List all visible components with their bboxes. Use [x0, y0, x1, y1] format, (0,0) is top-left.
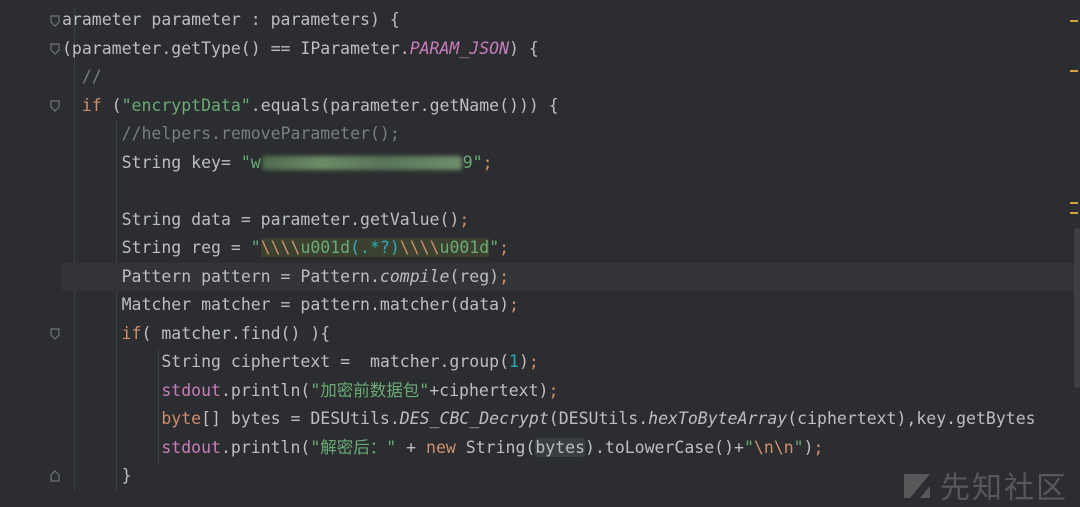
xianzhi-logo-icon [900, 468, 934, 502]
code-line-15: byte[] bytes = DESUtils.DES_CBC_Decrypt(… [161, 409, 1036, 428]
code-line-13: String ciphertext = matcher.group(1); [161, 352, 539, 371]
code-line-2: (parameter.getType() == IParameter.PARAM… [62, 38, 539, 58]
code-line-11: Matcher matcher = pattern.matcher(data); [121, 295, 519, 314]
fold-arrow-icon[interactable] [49, 327, 61, 341]
code-line-12: if( matcher.find() ){ [121, 323, 331, 343]
scroll-marker[interactable] [1070, 202, 1078, 204]
code-line-14: stdout.println("加密前数据包"+ciphertext); [161, 380, 559, 400]
scroll-marker[interactable] [1070, 212, 1078, 214]
fold-end-icon[interactable] [49, 469, 61, 483]
fold-arrow-icon[interactable] [49, 14, 61, 28]
watermark: 先知社区 [900, 463, 1068, 507]
code-line-9: String reg = "\\\\u001d(.*?)\\\\u001d"; [121, 238, 510, 257]
code-line-16: stdout.println("解密后：" + new String(bytes… [161, 437, 824, 457]
code-line-6: String key= "w 9"; [121, 152, 493, 172]
scroll-marker[interactable] [1070, 70, 1078, 72]
watermark-text: 先知社区 [940, 471, 1068, 506]
code-line-3: // [81, 67, 102, 86]
code-area[interactable]: arameter parameter : parameters) { (para… [62, 6, 1080, 491]
fold-arrow-icon[interactable] [49, 99, 61, 113]
code-line-4: if ("encryptData".equals(parameter.getNa… [81, 95, 559, 115]
code-line-1: arameter parameter : parameters) { [62, 10, 400, 29]
code-line-7-empty [62, 177, 1080, 206]
editor-gutter [0, 0, 62, 507]
code-line-5: //helpers.removeParameter(); [121, 124, 400, 143]
code-line-10-current: Pattern pattern = Pattern.compile(reg); [62, 262, 1080, 291]
code-line-8: String data = parameter.getValue(); [121, 209, 470, 229]
vertical-scrollbar[interactable] [1074, 228, 1080, 388]
redacted-key [261, 156, 462, 170]
fold-arrow-icon[interactable] [49, 42, 61, 56]
scroll-marker[interactable] [1070, 20, 1078, 22]
code-editor[interactable]: arameter parameter : parameters) { (para… [0, 0, 1080, 507]
